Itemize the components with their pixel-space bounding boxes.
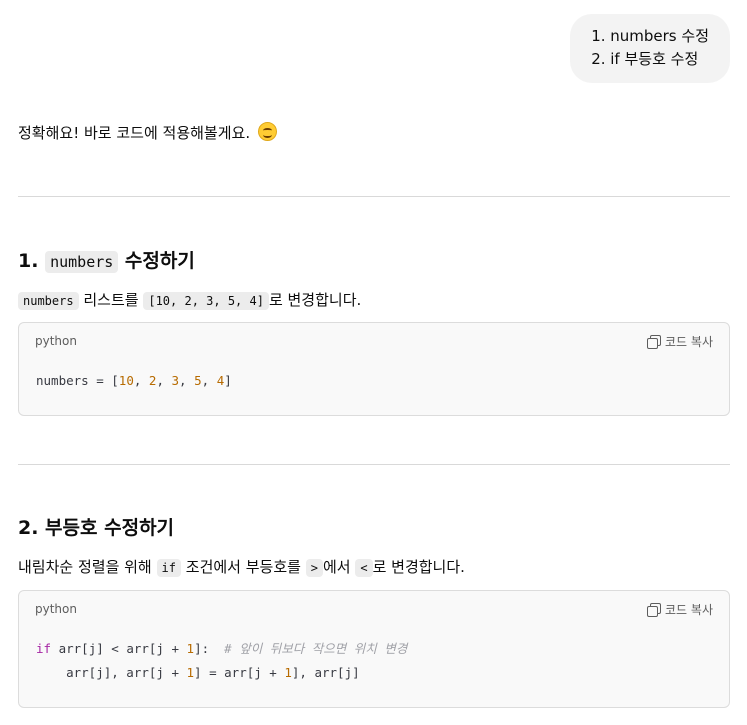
code-language-label: python [35, 334, 77, 348]
smiling-face-icon [257, 122, 277, 141]
code-number: 5 [194, 373, 202, 388]
code-comment: # 앞이 뒤보다 작으면 위치 변경 [224, 641, 408, 656]
copy-code-label: 코드 복사 [665, 335, 713, 349]
inline-code: < [355, 559, 373, 577]
user-message-line: 2. if 부등호 수정 [591, 50, 699, 68]
copy-icon [647, 335, 662, 349]
code-number: 1 [186, 665, 195, 680]
description-text: 로 변경합니다. [268, 291, 362, 309]
code-token: ] = arr[j + [194, 665, 285, 680]
copy-code-button[interactable]: 코드 복사 [647, 333, 713, 350]
inline-code: numbers [45, 251, 119, 273]
inline-code: [10, 2, 3, 5, 4] [143, 292, 269, 310]
code-token: , [156, 373, 172, 388]
code-token: ] [224, 373, 232, 388]
code-number: 3 [171, 373, 180, 388]
description-text: 내림차순 정렬을 위해 [18, 558, 152, 576]
code-content: if arr[j] < arr[j + 1]: # 앞이 뒤보다 작으면 위치 … [19, 629, 729, 705]
intro-text: 정확해요! 바로 코드에 적용해볼게요. [18, 124, 251, 142]
code-content: numbers = [10, 2, 3, 5, 4] [19, 361, 729, 413]
inline-code: if [156, 559, 181, 577]
code-block-header: python 코드 복사 [19, 323, 729, 361]
section-heading: 2. 부등호 수정하기 [18, 517, 175, 539]
description-text: 리스트를 [83, 291, 139, 309]
section-description: numbers 리스트를 [10, 2, 3, 5, 4] 로 변경합니다. [18, 289, 361, 312]
code-token: numbers = [ [36, 373, 119, 388]
code-token: ], arr[j] [291, 665, 360, 680]
code-keyword: if [36, 641, 52, 656]
user-message-bubble: 1. numbers 수정 2. if 부등호 수정 [570, 14, 730, 83]
heading-number: 1. [18, 250, 39, 272]
inline-code: numbers [18, 292, 79, 310]
code-number: 1 [284, 665, 292, 680]
heading-text: 수정하기 [124, 250, 195, 272]
code-token: , [179, 373, 195, 388]
code-block: python 코드 복사 if arr[j] < arr[j + 1]: # 앞… [18, 590, 730, 708]
code-token: arr[j] < arr[j + [51, 641, 187, 656]
code-token: , [133, 373, 149, 388]
description-text: 에서 [322, 558, 351, 576]
code-token: ]: [194, 641, 225, 656]
section-heading: 1. numbers 수정하기 [18, 248, 195, 275]
code-block: python 코드 복사 numbers = [10, 2, 3, 5, 4] [18, 322, 730, 416]
code-number: 1 [186, 641, 195, 656]
divider [18, 196, 730, 197]
description-text: 조건에서 부등호를 [185, 558, 301, 576]
divider [18, 464, 730, 465]
section-description: 내림차순 정렬을 위해 if 조건에서 부등호를 > 에서 < 로 변경합니다. [18, 556, 465, 579]
user-message-line: 1. numbers 수정 [591, 27, 709, 45]
code-number: 10 [118, 373, 134, 388]
code-token: arr[j], arr[j + [36, 665, 187, 680]
copy-icon [647, 603, 662, 617]
copy-code-button[interactable]: 코드 복사 [647, 601, 713, 618]
inline-code: > [305, 559, 323, 577]
assistant-intro: 정확해요! 바로 코드에 적용해볼게요. [18, 122, 277, 144]
code-block-header: python 코드 복사 [19, 591, 729, 629]
description-text: 로 변경합니다. [372, 558, 465, 576]
code-token: , [201, 373, 217, 388]
code-language-label: python [35, 602, 77, 616]
copy-code-label: 코드 복사 [665, 603, 713, 617]
